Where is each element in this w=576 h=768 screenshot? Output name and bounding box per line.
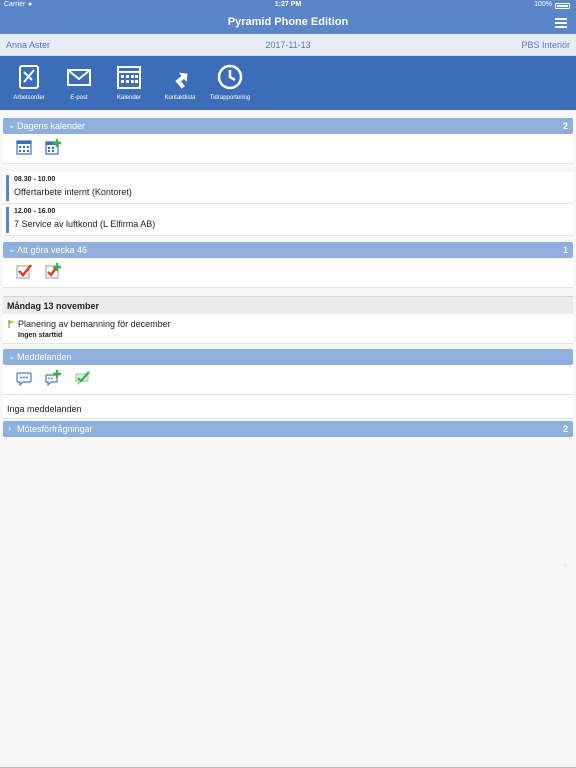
- section-header-todo[interactable]: ⌄ Att göra vecka 46 1: [3, 242, 573, 258]
- section-count: 2: [562, 121, 568, 131]
- toolbar-kontaktlista[interactable]: Kontaktlista: [155, 64, 205, 101]
- chevron-down-icon: ⌄: [8, 244, 16, 254]
- main-toolbar: Arbetsorder E-post Kalender Kontaktlista: [0, 56, 576, 110]
- task-item[interactable]: Planering av bemanning för december Inge…: [3, 314, 573, 344]
- chevron-down-icon: ⌄: [8, 120, 16, 130]
- add-task-icon[interactable]: [45, 263, 61, 279]
- company-name[interactable]: PBS Interiör: [521, 40, 570, 50]
- status-bar: Carrier ● 1:27 PM 100%: [0, 0, 576, 12]
- battery-percent: 100%: [534, 1, 552, 8]
- toolbar-kalender[interactable]: Kalender: [104, 64, 154, 101]
- app-title: Pyramid Phone Edition: [227, 16, 349, 28]
- contact-arrow-icon: [175, 72, 188, 89]
- battery-icon: [555, 3, 570, 9]
- section-count: 1: [562, 245, 568, 255]
- event-time: 12.00 - 16.00: [14, 208, 56, 215]
- calendar-event[interactable]: 08.30 - 10.00 Offertarbete internt (Kont…: [3, 172, 573, 204]
- day-header: Måndag 13 november: [3, 296, 573, 314]
- toolbar-tidrapportering[interactable]: Tidrapportering: [205, 64, 255, 101]
- work-order-icon: [19, 65, 39, 89]
- section-header-messages[interactable]: ⌄ Meddelanden: [3, 349, 573, 365]
- section-title: Dagens kalender: [17, 121, 86, 131]
- message-actions: [3, 365, 573, 395]
- info-bar: Anna Aster 2017-11-13 PBS Interiör: [0, 34, 576, 56]
- day-label: Måndag 13 november: [7, 301, 100, 311]
- add-calendar-event-icon[interactable]: [45, 139, 61, 155]
- calendar-event[interactable]: 12.00 - 16.00 7 Service av luftkond (L E…: [3, 204, 573, 236]
- current-date[interactable]: 2017-11-13: [0, 40, 576, 50]
- section-title: Mötesförfrågningar: [17, 424, 93, 434]
- scroll-indicator: ○: [563, 563, 567, 569]
- task-start: Ingen starttid: [18, 332, 63, 339]
- status-time: 1:27 PM: [274, 1, 302, 8]
- task-title: Planering av bemanning för december: [18, 319, 171, 329]
- toolbar-arbetsorder[interactable]: Arbetsorder: [4, 64, 54, 101]
- section-title: Meddelanden: [17, 352, 72, 362]
- checkbox-checked-icon[interactable]: [16, 263, 32, 279]
- toolbar-label: E-post: [70, 95, 88, 101]
- toolbar-label: Kalender: [116, 95, 142, 101]
- spacer: [3, 288, 573, 296]
- toolbar-label: Arbetsorder: [13, 95, 45, 101]
- event-time: 08.30 - 10.00: [14, 176, 56, 183]
- hamburger-menu-icon[interactable]: [555, 18, 567, 28]
- section-header-meetings[interactable]: › Mötesförfrågningar 2: [3, 421, 573, 437]
- section-header-calendar[interactable]: ⌄ Dagens kalender 2: [3, 118, 573, 134]
- envelope-icon: [67, 69, 91, 86]
- clock-icon: [217, 64, 243, 90]
- flag-icon: [8, 320, 15, 328]
- new-message-icon[interactable]: [45, 370, 61, 386]
- event-color-bar: [6, 207, 9, 233]
- chevron-down-icon: ⌄: [8, 351, 16, 361]
- messages-empty: Inga meddelanden: [3, 399, 573, 419]
- toolbar-e-post[interactable]: E-post: [54, 64, 104, 101]
- event-title: 7 Service av luftkond (L Elfirma AB): [14, 219, 156, 229]
- calendar-actions: [3, 134, 573, 164]
- event-color-bar: [6, 175, 9, 201]
- section-title: Att göra vecka 46: [17, 245, 88, 255]
- toolbar-label: Tidrapportering: [209, 95, 251, 101]
- event-title: Offertarbete internt (Kontoret): [14, 187, 132, 197]
- chat-bubble-icon[interactable]: [16, 370, 32, 386]
- calendar-icon: [117, 66, 141, 89]
- message-check-icon[interactable]: [74, 370, 90, 386]
- chevron-right-icon: ›: [8, 423, 11, 433]
- todo-actions: [3, 258, 573, 288]
- empty-message-text: Inga meddelanden: [7, 404, 82, 414]
- toolbar-label: Kontaktlista: [164, 95, 196, 101]
- section-count: 2: [562, 424, 568, 434]
- spacer: [3, 164, 573, 172]
- calendar-icon[interactable]: [16, 139, 32, 155]
- app-header: Pyramid Phone Edition: [0, 12, 576, 34]
